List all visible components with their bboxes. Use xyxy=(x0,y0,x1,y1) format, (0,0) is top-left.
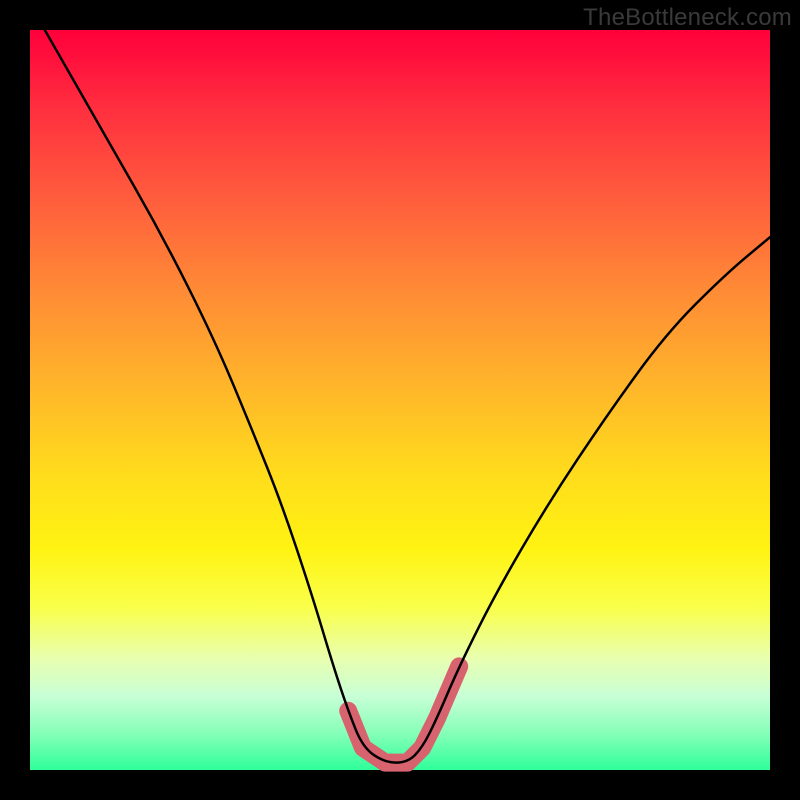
bottleneck-curve xyxy=(45,30,770,763)
chart-frame: TheBottleneck.com xyxy=(0,0,800,800)
curve-layer xyxy=(30,30,770,770)
watermark-text: TheBottleneck.com xyxy=(583,4,792,32)
plot-area xyxy=(30,30,770,770)
